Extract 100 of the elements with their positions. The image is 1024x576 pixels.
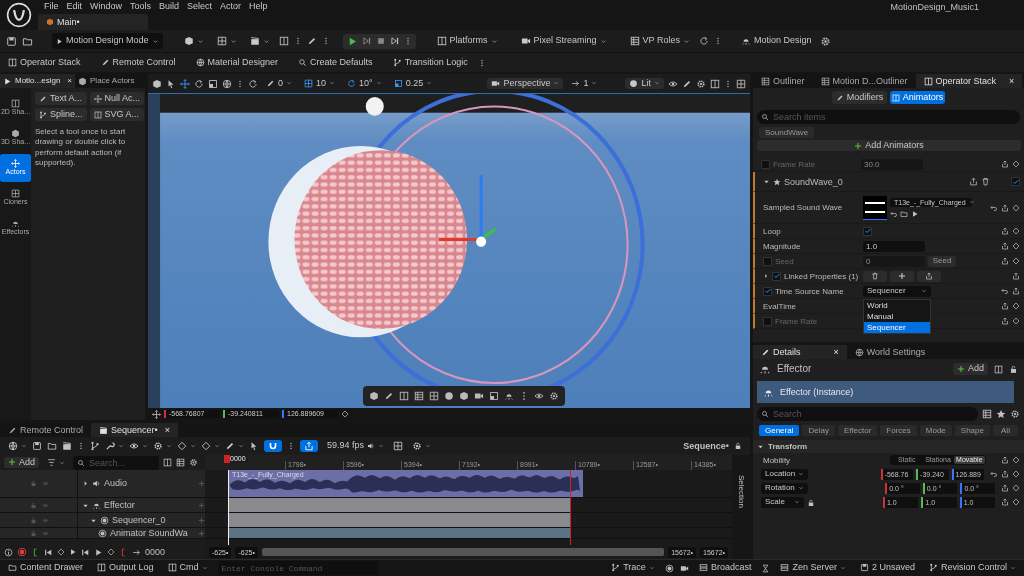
search-field[interactable]: Search...	[73, 455, 159, 470]
menu-item[interactable]: Window	[86, 1, 127, 13]
snap-dropdown[interactable]: 10°	[343, 77, 386, 90]
frame-counter: 0000	[145, 546, 166, 558]
mode-dropdown[interactable]: Motion Design Mode	[52, 33, 163, 49]
property-label: Mobility	[762, 455, 792, 465]
track-row[interactable]: Effector	[0, 498, 205, 513]
panel-tab[interactable]: Details ×	[753, 345, 847, 359]
add-button[interactable]: Add	[953, 363, 988, 375]
status-button[interactable]: Revision Control	[924, 562, 1020, 574]
menu-item[interactable]: Edit	[62, 1, 87, 13]
menu-item[interactable]: Select	[183, 1, 217, 13]
search-field[interactable]: Search	[757, 407, 978, 421]
track-label: Animator SoundWa	[110, 527, 188, 539]
dropdown-option[interactable]: Sequencer	[864, 322, 930, 334]
side-tab-label: Selection	[736, 475, 746, 508]
transform-dropdown[interactable]: Scale	[761, 496, 804, 508]
add-button[interactable]: Add	[4, 456, 39, 469]
property-label: Sampled Sound Wave	[763, 203, 843, 213]
menu-item[interactable]: Actor	[216, 1, 246, 13]
tool-button[interactable]: Text A...	[35, 92, 87, 105]
side-tab[interactable]: Selection	[732, 455, 750, 559]
category-chip[interactable]: Effector	[837, 425, 878, 437]
property-label: Loop	[763, 226, 781, 236]
category-chip[interactable]: Shape	[954, 425, 990, 437]
transform-dropdown[interactable]: Location	[761, 468, 809, 480]
status-button[interactable]: Content Drawer	[4, 562, 88, 574]
status-button[interactable]: Output Log	[93, 562, 158, 574]
toolbar-button[interactable]: Pixel Streaming	[516, 35, 611, 47]
status-button[interactable]: Broadcast	[694, 562, 756, 574]
status-button[interactable]: 2 Unsaved	[855, 562, 919, 574]
toolbar-button[interactable]: Platforms	[432, 35, 502, 47]
snap-dropdown[interactable]: 0	[262, 77, 296, 90]
dropdown-field[interactable]: Sequencer	[863, 285, 931, 297]
dropdown-option[interactable]: Manual	[864, 311, 930, 323]
tool-button[interactable]: SVG A...	[89, 108, 145, 121]
project-title: MotionDesign_Music1	[890, 2, 979, 13]
close-button[interactable]: ×	[67, 76, 73, 86]
category-chip[interactable]: Forces	[880, 425, 917, 437]
fps-dropdown[interactable]: 59.94 fps	[323, 440, 389, 452]
speed-dropdown[interactable]: 1	[567, 77, 602, 90]
toolbar-button[interactable]: Motion Design	[736, 35, 816, 47]
status-button[interactable]: Cmd	[163, 562, 212, 574]
close-button[interactable]: ×	[164, 424, 170, 436]
status-button[interactable]: Trace	[607, 562, 659, 574]
panel-tab[interactable]: World Settings	[846, 345, 934, 359]
toolbar-button[interactable]: Material Designer	[191, 56, 283, 69]
add-animators-button[interactable]: Add Animators	[757, 140, 1021, 152]
tool-button[interactable]: Null Ac...	[89, 92, 145, 105]
toolbar-button[interactable]: VP Roles	[625, 35, 694, 47]
snap-dropdown[interactable]: 0.25	[389, 77, 437, 90]
value-field[interactable]: 1.0	[863, 240, 925, 252]
track-row[interactable]: Audio	[0, 470, 205, 498]
close-button[interactable]: ×	[833, 346, 839, 358]
filter-chip[interactable]: SoundWave	[759, 127, 815, 138]
panel-tab[interactable]: Motion D...Outliner	[812, 74, 916, 88]
category-chip[interactable]: Mode	[919, 425, 952, 437]
panel-tab[interactable]: Outliner	[753, 74, 813, 88]
section-title: Transform	[768, 442, 808, 452]
snap-dropdown[interactable]: 10	[300, 77, 340, 90]
sequence-name: Sequence•	[683, 440, 729, 452]
track-label: Sequencer_0	[112, 514, 166, 526]
component-row[interactable]: Effector (Instance)	[757, 381, 1014, 403]
panel-tab[interactable]: Operator Stack ×	[915, 74, 1023, 88]
panel-tab[interactable]: Place Actors	[75, 74, 138, 88]
toolbar-button[interactable]: Operator Stack	[4, 56, 85, 69]
category-chip[interactable]: All	[992, 425, 1018, 437]
property-label: Linked Properties (1)	[784, 271, 859, 281]
dropdown-option[interactable]: World	[864, 299, 930, 312]
panel-tab[interactable]: Sequencer• ×	[91, 423, 178, 437]
close-button[interactable]: ×	[1009, 75, 1015, 87]
view-dropdown[interactable]: Perspective	[487, 77, 564, 90]
track-label: Audio	[104, 478, 128, 489]
toolbar-button[interactable]: Remote Control	[96, 56, 180, 69]
hint-text: Select a tool once to start drawing or double click to perform default action (if supported).	[35, 127, 127, 169]
track-row[interactable]: Sequencer_0	[0, 513, 205, 528]
mode-toggle[interactable]: Modifiers	[832, 91, 887, 104]
panel-tab[interactable]: Remote Control	[0, 423, 92, 437]
menu-item[interactable]: Build	[155, 1, 184, 13]
mode-toggle[interactable]: Animators	[890, 91, 945, 104]
property-label: EvalTime	[763, 301, 797, 311]
menu-item[interactable]: File	[40, 1, 63, 13]
track-label: Effector	[104, 499, 135, 511]
animator-title: SoundWave_0	[784, 176, 843, 187]
shading-dropdown[interactable]: Lit	[625, 77, 664, 90]
status-button[interactable]: Zen Server	[776, 562, 850, 574]
property-label: Magnitude	[763, 241, 801, 251]
actor-name: Effector	[777, 363, 812, 375]
category-chip[interactable]: General	[759, 425, 800, 437]
document-tab[interactable]: Main•	[38, 14, 148, 30]
menu-item[interactable]: Tools	[126, 1, 156, 13]
menu-item[interactable]: Help	[245, 1, 272, 13]
search-field[interactable]: Search items	[757, 110, 1020, 124]
panel-tab[interactable]: Motio...esign ×	[0, 74, 76, 88]
toolbar-button[interactable]: Create Defaults	[294, 56, 377, 69]
category-chip[interactable]: Delay	[802, 425, 835, 437]
property-label: Time Source Name	[775, 286, 844, 296]
transform-dropdown[interactable]: Rotation	[761, 482, 808, 494]
toolbar-button[interactable]: Transition Logic	[388, 56, 472, 69]
tool-button[interactable]: Spline...	[35, 108, 87, 121]
